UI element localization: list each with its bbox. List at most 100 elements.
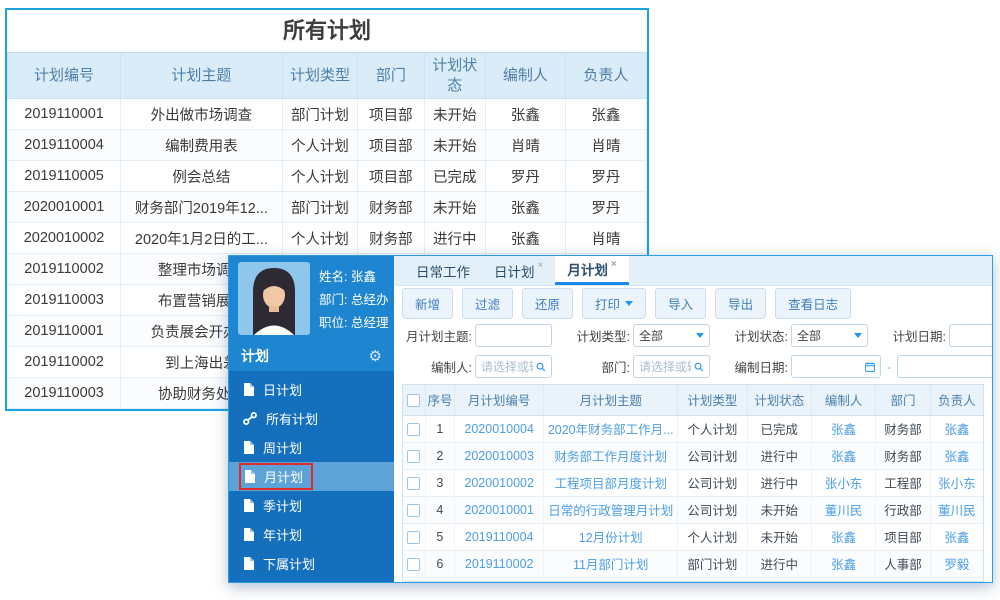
plan-subject-link[interactable]: 工程项目部月度计划 xyxy=(543,469,679,497)
sidebar-item-inner: 下属计划 xyxy=(239,552,319,575)
plan-subject-link[interactable]: 日常的行政管理月计划 xyxy=(543,496,679,524)
sidebar-item-all-plans[interactable]: 所有计划 xyxy=(229,404,394,433)
button-label: 导出 xyxy=(728,297,754,312)
cell: 项目部 xyxy=(357,129,425,161)
file-icon xyxy=(244,499,254,512)
sidebar-item-month-plan[interactable]: 月计划 xyxy=(229,462,394,491)
filter-area: 月计划主题: 计划类型: 全部 计划状态: 全部 计划日期: 编制人: 请选择或… xyxy=(394,320,992,382)
sidebar-item-day-plan[interactable]: 日计划 xyxy=(229,375,394,404)
cell: 2019110004 xyxy=(6,129,122,161)
owner-link[interactable]: 董川民 xyxy=(930,496,983,524)
creator-link[interactable]: 张鑫 xyxy=(811,415,877,443)
owner-link[interactable]: 张鑫 xyxy=(930,442,983,470)
plan-no-link[interactable]: 2020010001 xyxy=(454,496,545,524)
column-header: 计划状态 xyxy=(423,52,486,99)
cell: 编制费用表 xyxy=(120,129,283,161)
gear-icon[interactable]: ⚙ xyxy=(369,347,382,365)
reset-button[interactable]: 还原 xyxy=(522,287,574,319)
owner-link[interactable]: 张鑫 xyxy=(930,523,983,551)
sidebar-nav: 日计划所有计划周计划月计划季计划年计划下属计划 xyxy=(229,371,394,582)
creator-filter-input-wrap xyxy=(475,355,552,378)
close-icon[interactable]: × xyxy=(538,260,544,271)
plan-subject-link[interactable]: 12月份计划 xyxy=(543,523,679,551)
all-plans-table-header: 计划编号 计划主题 计划类型 部门 计划状态 编制人 负责人 xyxy=(6,52,648,99)
cell: 财务部 xyxy=(357,222,425,254)
sidebar-item-label: 周计划 xyxy=(263,441,303,456)
creator-filter-input[interactable] xyxy=(481,359,534,374)
import-button[interactable]: 导入 xyxy=(655,287,707,319)
add-button[interactable]: 新增 xyxy=(402,287,454,319)
select-all-checkbox[interactable] xyxy=(407,393,421,407)
dept-filter-input-wrap xyxy=(633,355,710,378)
owner-link[interactable]: 张鑫 xyxy=(930,415,983,443)
row-checkbox[interactable] xyxy=(407,449,421,463)
plan-no-link[interactable]: 2020010002 xyxy=(454,469,545,497)
cell: 已完成 xyxy=(423,160,486,192)
dept-cell: 财务部 xyxy=(875,442,931,470)
creator-link[interactable]: 董川民 xyxy=(811,496,877,524)
row-checkbox[interactable] xyxy=(407,503,421,517)
type-filter-select[interactable]: 全部 xyxy=(633,324,710,347)
cell: 张鑫 xyxy=(484,191,566,223)
file-icon xyxy=(244,528,254,541)
calendar-icon[interactable] xyxy=(865,361,875,373)
plan-type-cell: 部门计划 xyxy=(677,550,748,578)
owner-link[interactable]: 张小东 xyxy=(930,469,983,497)
creator-link[interactable]: 张鑫 xyxy=(811,550,877,578)
dept-filter-input[interactable] xyxy=(639,359,692,374)
sidebar-item-inner: 所有计划 xyxy=(239,407,322,430)
cell: 罗丹 xyxy=(564,160,648,192)
table-row: 2 2020010003 财务部工作月度计划 公司计划 进行中 张鑫 财务部 张鑫 xyxy=(403,442,983,470)
tab-month-plan[interactable]: 月计划 × xyxy=(555,256,629,285)
owner-link[interactable]: 罗毅 xyxy=(930,550,983,578)
seq-cell: 6 xyxy=(425,550,456,578)
plan-subject-link[interactable]: 11月部门计划 xyxy=(543,550,679,578)
select-all-checkbox-cell xyxy=(403,385,426,416)
sidebar-item-inner: 周计划 xyxy=(239,436,306,459)
sidebar-item-label: 季计划 xyxy=(263,499,303,514)
cell: 例会总结 xyxy=(120,160,283,192)
create-date-from-input[interactable] xyxy=(797,359,862,374)
avatar xyxy=(238,262,310,335)
status-filter-select[interactable]: 全部 xyxy=(791,324,868,347)
plan-no-link[interactable]: 2020010003 xyxy=(454,442,545,470)
tab-daily-work[interactable]: 日常工作 xyxy=(404,256,482,285)
sidebar-item-inner: 日计划 xyxy=(239,378,306,401)
creator-link[interactable]: 张鑫 xyxy=(811,442,877,470)
plan-no-link[interactable]: 2020010004 xyxy=(454,415,545,443)
user-profile: 姓名: 张鑫 部门: 总经办 职位: 总经理 xyxy=(229,256,394,341)
link-icon xyxy=(243,412,257,425)
search-icon[interactable] xyxy=(536,361,546,373)
sidebar-item-sub-plan[interactable]: 下属计划 xyxy=(229,549,394,578)
column-header: 计划类型 xyxy=(281,52,359,99)
tab-day-plan[interactable]: 日计划 × xyxy=(482,256,555,285)
row-checkbox[interactable] xyxy=(407,530,421,544)
plan-no-link[interactable]: 2019110002 xyxy=(454,550,545,578)
sidebar-item-quarter-plan[interactable]: 季计划 xyxy=(229,491,394,520)
creator-link[interactable]: 张小东 xyxy=(811,469,877,497)
sidebar-item-year-plan[interactable]: 年计划 xyxy=(229,520,394,549)
plan-no-link[interactable]: 2019110004 xyxy=(454,523,545,551)
export-button[interactable]: 导出 xyxy=(715,287,767,319)
checkbox-cell xyxy=(403,523,426,551)
row-checkbox[interactable] xyxy=(407,557,421,571)
plan-date-filter-input[interactable] xyxy=(955,328,992,343)
create-date-to-input[interactable] xyxy=(903,359,992,374)
subject-filter-input[interactable] xyxy=(481,328,546,343)
row-checkbox[interactable] xyxy=(407,422,421,436)
view-log-button[interactable]: 查看日志 xyxy=(775,287,852,319)
type-filter-value: 全部 xyxy=(639,329,664,343)
cell: 2019110002 xyxy=(6,253,122,285)
close-icon[interactable]: × xyxy=(611,259,617,270)
search-icon[interactable] xyxy=(694,361,704,373)
filter-button[interactable]: 过滤 xyxy=(462,287,514,319)
plan-subject-link[interactable]: 2020年财务部工作月... xyxy=(543,415,679,443)
date-range-separator: - xyxy=(887,359,891,374)
row-checkbox[interactable] xyxy=(407,476,421,490)
tab-label: 月计划 xyxy=(567,263,608,278)
table-row: 2020010001 财务部门2019年12... 部门计划 财务部 未开始 张鑫 罗丹 xyxy=(6,191,648,223)
print-button[interactable]: 打印 xyxy=(582,287,647,319)
creator-link[interactable]: 张鑫 xyxy=(811,523,877,551)
plan-subject-link[interactable]: 财务部工作月度计划 xyxy=(543,442,679,470)
sidebar-item-week-plan[interactable]: 周计划 xyxy=(229,433,394,462)
